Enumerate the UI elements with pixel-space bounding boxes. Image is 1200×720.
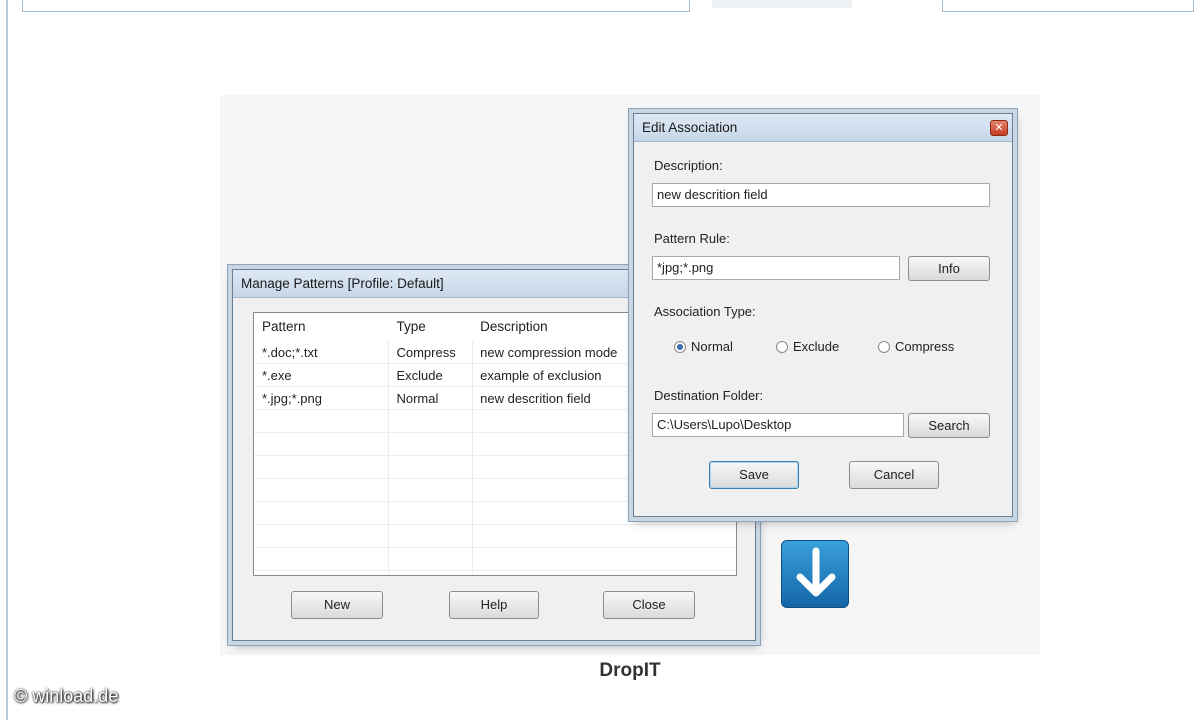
radio-normal[interactable]: Normal	[674, 339, 733, 354]
page-border	[0, 0, 8, 720]
watermark: © winload.de	[14, 686, 119, 706]
help-button[interactable]: Help	[449, 591, 539, 619]
radio-compress-label: Compress	[895, 339, 955, 354]
cell-type: Exclude	[396, 368, 443, 383]
radio-unselected-icon	[776, 340, 788, 353]
close-button[interactable]: Close	[603, 591, 695, 619]
window-close-icon[interactable]: ✕	[990, 120, 1008, 136]
cell-type: Normal	[396, 391, 439, 406]
cell-pattern: *.jpg;*.png	[262, 391, 322, 406]
cell-pattern: *.exe	[262, 368, 292, 383]
destination-folder-field[interactable]: C:\Users\Lupo\Desktop	[652, 413, 904, 437]
top-panel-left	[22, 0, 690, 12]
radio-exclude-label: Exclude	[793, 339, 840, 354]
dropit-arrow-icon	[781, 540, 849, 608]
pattern-rule-label: Pattern Rule:	[654, 231, 730, 246]
destination-folder-label: Destination Folder:	[654, 388, 764, 403]
empty-row	[254, 548, 736, 571]
pattern-rule-field[interactable]: *jpg;*.png	[652, 256, 900, 280]
radio-normal-label: Normal	[691, 339, 733, 354]
cell-pattern: *.doc;*.txt	[262, 345, 318, 360]
save-button[interactable]: Save	[709, 461, 799, 489]
association-type-label: Association Type:	[654, 304, 756, 319]
search-button[interactable]: Search	[908, 413, 990, 438]
radio-unselected-icon	[878, 340, 890, 353]
top-panel-middle	[712, 0, 852, 8]
cell-type: Compress	[396, 345, 456, 360]
description-field[interactable]: new descrition field	[652, 183, 990, 207]
new-button[interactable]: New	[291, 591, 383, 619]
radio-selected-icon	[674, 340, 686, 353]
info-button[interactable]: Info	[908, 256, 990, 281]
empty-row	[254, 525, 736, 548]
column-header-type[interactable]: Type	[388, 313, 472, 341]
figure-caption: DropIT	[599, 660, 661, 681]
radio-compress[interactable]: Compress	[878, 339, 954, 354]
top-panel-right	[942, 0, 1194, 12]
radio-exclude[interactable]: Exclude	[776, 339, 839, 354]
cancel-button[interactable]: Cancel	[849, 461, 939, 489]
edit-association-window: Edit Association ✕ Description: new desc…	[633, 113, 1013, 517]
description-label: Description:	[654, 158, 723, 173]
column-header-pattern[interactable]: Pattern	[254, 313, 388, 341]
edit-association-title: Edit Association	[634, 114, 1012, 142]
